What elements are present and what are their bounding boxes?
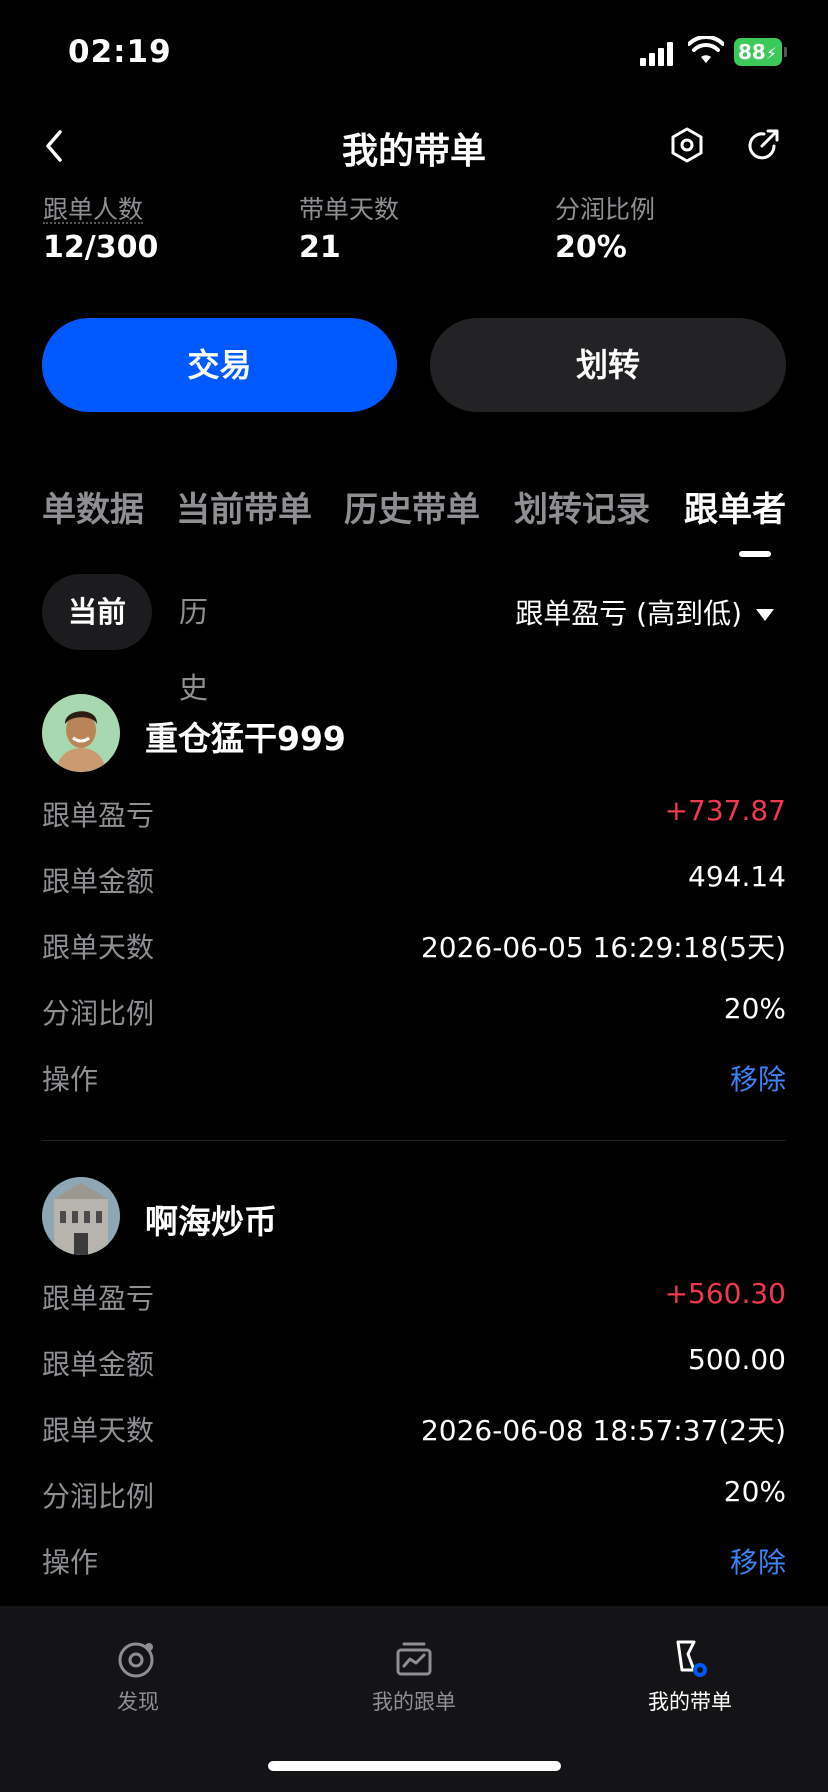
row-label: 跟单盈亏	[42, 1282, 155, 1315]
row-amount: 跟单金额 500.00	[42, 1331, 786, 1397]
stats-row: 跟单人数 12/300 带单天数 21 分润比例 20%	[43, 190, 803, 270]
stat-days: 带单天数 21	[299, 190, 399, 265]
tab-followers[interactable]: 跟单者	[684, 482, 786, 531]
stat-label: 分润比例	[555, 195, 656, 224]
row-pnl: 跟单盈亏 +737.87	[42, 782, 786, 848]
nav-bar: 我的带单	[0, 110, 828, 180]
row-label: 跟单金额	[42, 865, 155, 898]
transfer-button[interactable]: 划转	[430, 318, 786, 412]
discover-icon	[118, 1642, 154, 1678]
lead-trade-icon	[676, 1640, 707, 1677]
row-amount: 跟单金额 494.14	[42, 848, 786, 914]
stat-label[interactable]: 跟单人数	[43, 190, 144, 224]
share-value: 20%	[723, 1475, 786, 1508]
divider	[42, 1140, 786, 1141]
follower-name: 重仓猛干999	[145, 719, 346, 758]
row-share: 分润比例 20%	[42, 980, 786, 1046]
row-action: 操作 移除	[42, 1529, 786, 1595]
battery-level: 88	[738, 40, 766, 64]
row-label: 跟单盈亏	[42, 799, 155, 832]
row-label: 跟单天数	[42, 1414, 155, 1447]
share-icon[interactable]	[744, 126, 782, 164]
tab-history-orders[interactable]: 历史带单	[344, 482, 480, 531]
avatar[interactable]	[42, 1177, 120, 1255]
follower-card: 重仓猛干999 跟单盈亏 +737.87 跟单金额 494.14 跟单天数 20…	[42, 694, 786, 1112]
row-label: 操作	[42, 1063, 99, 1096]
battery-indicator: 88⚡	[734, 38, 787, 66]
pnl-value: +737.87	[664, 794, 786, 827]
tab-indicator	[739, 551, 771, 557]
row-label: 分润比例	[42, 997, 155, 1030]
segment-history[interactable]: 历史	[179, 574, 208, 705]
stat-value: 20%	[555, 230, 627, 265]
tabbar-item-discover[interactable]: 发现	[38, 1636, 238, 1716]
tab-data[interactable]: 单数据	[42, 482, 144, 531]
settings-icon[interactable]	[668, 126, 706, 164]
stat-value: 21	[299, 230, 341, 265]
avatar[interactable]	[42, 694, 120, 772]
row-days: 跟单天数 2026-06-08 18:57:37(2天)	[42, 1397, 786, 1463]
row-label: 分润比例	[42, 1480, 155, 1513]
share-value: 20%	[723, 992, 786, 1025]
segment-current[interactable]: 当前	[42, 574, 152, 650]
remove-button[interactable]: 移除	[730, 1541, 786, 1581]
status-time: 02:19	[68, 34, 172, 70]
tabbar-item-copy-trade[interactable]: 我的跟单	[314, 1636, 514, 1716]
tabbar-label: 我的跟单	[372, 1690, 456, 1714]
copy-trade-icon	[396, 1642, 432, 1676]
stat-followers: 跟单人数 12/300	[43, 190, 158, 265]
follower-card: 啊海炒币 跟单盈亏 +560.30 跟单金额 500.00 跟单天数 2026-…	[42, 1177, 786, 1595]
status-bar: 02:19 88⚡	[0, 0, 828, 100]
tabbar-item-lead-trade[interactable]: 我的带单	[590, 1636, 790, 1716]
sort-label: 跟单盈亏 (高到低)	[515, 597, 742, 630]
stat-value: 12/300	[43, 230, 159, 265]
stat-profit-share: 分润比例 20%	[555, 190, 655, 265]
caret-down-icon	[756, 609, 774, 621]
row-label: 操作	[42, 1546, 99, 1579]
signal-icon	[640, 42, 678, 66]
stat-label: 带单天数	[299, 195, 400, 224]
remove-button[interactable]: 移除	[730, 1058, 786, 1098]
trade-button[interactable]: 交易	[42, 318, 397, 412]
tabbar-label: 我的带单	[648, 1690, 732, 1714]
tab-current-orders[interactable]: 当前带单	[176, 482, 312, 531]
sort-dropdown[interactable]: 跟单盈亏 (高到低)	[515, 592, 774, 632]
wifi-icon	[688, 36, 724, 63]
row-share: 分润比例 20%	[42, 1463, 786, 1529]
pnl-value: +560.30	[664, 1277, 786, 1310]
row-pnl: 跟单盈亏 +560.30	[42, 1265, 786, 1331]
tabbar-label: 发现	[117, 1690, 159, 1714]
days-value: 2026-06-05 16:29:18(5天)	[420, 931, 786, 964]
home-indicator	[268, 1761, 561, 1771]
row-label: 跟单金额	[42, 1348, 155, 1381]
follower-name: 啊海炒币	[145, 1202, 277, 1241]
row-action: 操作 移除	[42, 1046, 786, 1112]
amount-value: 494.14	[688, 860, 786, 893]
tab-bar: 单数据 当前带单 历史带单 划转记录 跟单者	[0, 482, 828, 552]
days-value: 2026-06-08 18:57:37(2天)	[420, 1414, 786, 1447]
tab-transfer-records[interactable]: 划转记录	[514, 482, 650, 531]
row-days: 跟单天数 2026-06-05 16:29:18(5天)	[42, 914, 786, 980]
amount-value: 500.00	[688, 1343, 786, 1376]
row-label: 跟单天数	[42, 931, 155, 964]
